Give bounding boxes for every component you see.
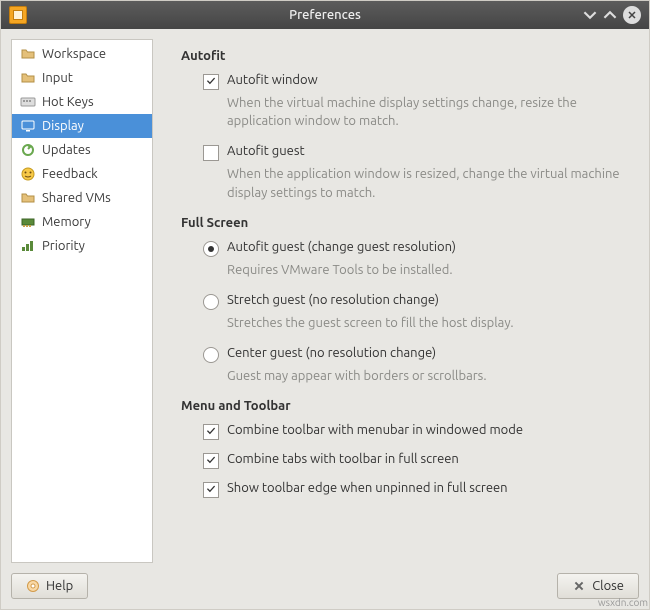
section-fullscreen-title: Full Screen [181, 216, 629, 230]
priority-icon [20, 238, 36, 254]
folder-icon [20, 190, 36, 206]
autofit-window-option[interactable]: Autofit window [203, 73, 629, 90]
checkbox-icon[interactable] [203, 74, 219, 90]
sidebar-item-label: Hot Keys [42, 95, 94, 109]
option-label: Show toolbar edge when unpinned in full … [227, 481, 508, 495]
option-description: Guest may appear with borders or scrollb… [227, 367, 629, 385]
sidebar-item-label: Workspace [42, 47, 106, 61]
close-button[interactable]: Close [557, 573, 639, 599]
sidebar-item-shared-vms[interactable]: Shared VMs [12, 186, 152, 210]
option-label: Combine tabs with toolbar in full screen [227, 452, 459, 466]
sidebar-item-label: Updates [42, 143, 91, 157]
sidebar-item-label: Input [42, 71, 73, 85]
checkbox-icon[interactable] [203, 145, 219, 161]
section-autofit-title: Autofit [181, 49, 629, 63]
updates-icon [20, 142, 36, 158]
close-window-button[interactable] [623, 6, 641, 24]
sidebar-item-label: Priority [42, 239, 85, 253]
app-icon [9, 6, 27, 24]
button-label: Help [46, 579, 73, 593]
watermark: wsxdn.com [598, 597, 648, 608]
option-label: Combine toolbar with menubar in windowed… [227, 423, 523, 437]
button-label: Close [592, 579, 624, 593]
sidebar-item-hot-keys[interactable]: Hot Keys [12, 90, 152, 114]
sidebar-item-label: Feedback [42, 167, 98, 181]
chevron-up-icon[interactable] [603, 8, 617, 22]
folder-icon [20, 70, 36, 86]
sidebar-item-workspace[interactable]: Workspace [12, 42, 152, 66]
checkbox-icon[interactable] [203, 453, 219, 469]
footer-spacer [96, 573, 549, 599]
close-icon [572, 579, 586, 593]
help-button[interactable]: Help [11, 573, 88, 599]
sidebar-item-feedback[interactable]: Feedback [12, 162, 152, 186]
fullscreen-center-option[interactable]: Center guest (no resolution change) [203, 346, 629, 363]
sidebar-item-label: Shared VMs [42, 191, 111, 205]
content-pane: Autofit Autofit window When the virtual … [161, 39, 639, 563]
option-label: Stretch guest (no resolution change) [227, 293, 439, 307]
show-edge-option[interactable]: Show toolbar edge when unpinned in full … [203, 481, 629, 498]
sidebar-item-label: Memory [42, 215, 91, 229]
body: Workspace Input Hot Keys Display Updates Feed… [1, 29, 649, 563]
window-controls [583, 6, 649, 24]
combine-menubar-option[interactable]: Combine toolbar with menubar in windowed… [203, 423, 629, 440]
option-label: Center guest (no resolution change) [227, 346, 436, 360]
option-label: Autofit guest (change guest resolution) [227, 240, 456, 254]
section-menutoolbar-title: Menu and Toolbar [181, 399, 629, 413]
checkbox-icon[interactable] [203, 424, 219, 440]
sidebar-item-updates[interactable]: Updates [12, 138, 152, 162]
checkbox-icon[interactable] [203, 482, 219, 498]
face-icon [20, 166, 36, 182]
sidebar-item-input[interactable]: Input [12, 66, 152, 90]
fullscreen-stretch-option[interactable]: Stretch guest (no resolution change) [203, 293, 629, 310]
sidebar-item-priority[interactable]: Priority [12, 234, 152, 258]
window-title: Preferences [1, 8, 649, 22]
help-icon [26, 579, 40, 593]
memory-icon [20, 214, 36, 230]
option-description: Stretches the guest screen to fill the h… [227, 314, 629, 332]
option-description: Requires VMware Tools to be installed. [227, 261, 629, 279]
keyboard-icon [20, 94, 36, 110]
autofit-guest-option[interactable]: Autofit guest [203, 144, 629, 161]
fullscreen-autofit-option[interactable]: Autofit guest (change guest resolution) [203, 240, 629, 257]
option-description: When the application window is resized, … [227, 165, 629, 201]
radio-icon[interactable] [203, 241, 219, 257]
sidebar[interactable]: Workspace Input Hot Keys Display Updates Feed… [11, 39, 153, 563]
folder-icon [20, 46, 36, 62]
monitor-icon [20, 118, 36, 134]
preferences-window: Preferences Workspace Input Hot Keys Displa… [0, 0, 650, 610]
sidebar-item-display[interactable]: Display [12, 114, 152, 138]
radio-icon[interactable] [203, 347, 219, 363]
combine-tabs-option[interactable]: Combine tabs with toolbar in full screen [203, 452, 629, 469]
option-label: Autofit window [227, 73, 318, 87]
sidebar-item-memory[interactable]: Memory [12, 210, 152, 234]
footer: Help Close [1, 563, 649, 609]
option-description: When the virtual machine display setting… [227, 94, 629, 130]
titlebar: Preferences [1, 1, 649, 29]
option-label: Autofit guest [227, 144, 305, 158]
radio-icon[interactable] [203, 294, 219, 310]
chevron-down-icon[interactable] [583, 8, 597, 22]
sidebar-item-label: Display [42, 119, 84, 133]
